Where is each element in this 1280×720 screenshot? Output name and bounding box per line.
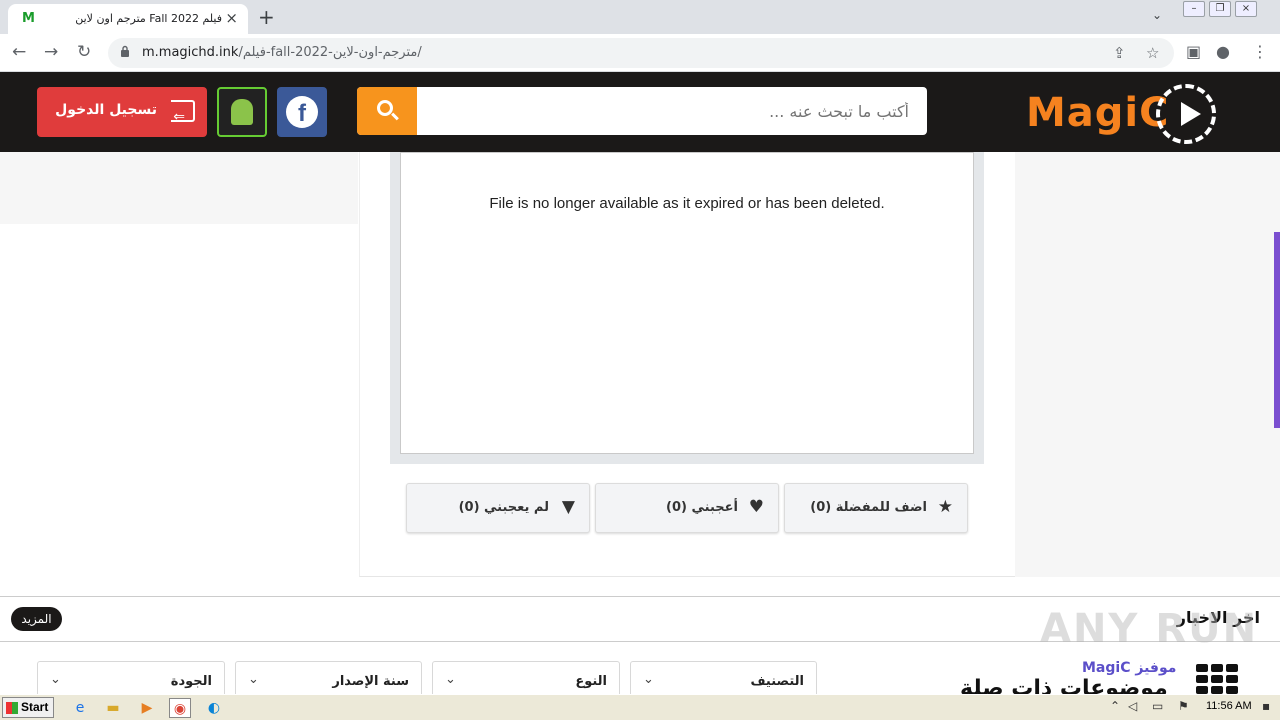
window-close-icon[interactable]: × — [1235, 1, 1257, 17]
browser-toolbar: ← → ↻ m.magichd.ink/فيلم-fall-2022-مترجم… — [0, 34, 1280, 72]
back-icon[interactable]: ← — [12, 42, 26, 62]
profile-icon[interactable]: ● — [1216, 42, 1230, 61]
windows-logo-icon — [6, 702, 18, 714]
share-icon[interactable]: ⇪ — [1113, 44, 1126, 62]
menu-kebab-icon[interactable]: ⋮ — [1252, 42, 1268, 61]
site-logo[interactable]: MagiC — [1026, 84, 1221, 144]
chrome-icon[interactable]: ◉ — [169, 698, 191, 718]
tab-strip: M فيلم Fall 2022 مترجم اون لاين × + ⌄ – … — [0, 0, 1280, 34]
media-player-icon[interactable]: ▶ — [136, 698, 158, 718]
show-desktop-icon[interactable]: ▪ — [1262, 699, 1270, 713]
filter-label: النوع — [575, 674, 607, 689]
thumbs-down-icon: ▼ — [561, 497, 575, 517]
left-sidebar — [0, 152, 358, 224]
filter-label: التصنيف — [750, 674, 804, 689]
restore-icon[interactable]: ❐ — [1209, 1, 1231, 17]
site-favicon-icon: M — [22, 11, 35, 26]
add-favorite-button[interactable]: ★ اضف للمفضلة (0) — [784, 483, 968, 533]
search-button[interactable] — [357, 87, 417, 135]
tab-close-icon[interactable]: × — [225, 10, 238, 26]
clock: 11:56 AM — [1206, 700, 1252, 712]
volume-icon[interactable]: ◁ — [1128, 699, 1137, 713]
reload-icon[interactable]: ↻ — [77, 42, 91, 62]
tab-title: فيلم Fall 2022 مترجم اون لاين — [75, 12, 222, 25]
facebook-icon: f — [286, 96, 318, 128]
tray-expand-icon[interactable]: ⌃ — [1110, 699, 1120, 713]
url-host: m.magichd.ink — [142, 45, 239, 60]
filter-label: الجودة — [170, 674, 212, 689]
related-brand: موفيز MagiC — [1082, 660, 1177, 676]
favorite-label: اضف للمفضلة (0) — [810, 500, 927, 515]
more-button[interactable]: المزيد — [11, 607, 62, 631]
edge-icon[interactable]: ◐ — [203, 698, 225, 718]
chevron-down-icon: ⌄ — [445, 672, 456, 687]
tab-search-chevron-icon[interactable]: ⌄ — [1152, 8, 1162, 22]
login-label: تسجيل الدخول — [55, 102, 157, 118]
windows-taskbar: Start e ▬ ▶ ◉ ◐ ⌃ ◁ ▭ ⚑ 11:56 AM ▪ — [0, 694, 1280, 720]
search-box — [357, 87, 927, 135]
filter-label: سنة الإصدار — [332, 674, 409, 689]
start-label: Start — [21, 700, 49, 714]
android-icon — [231, 99, 253, 125]
browser-tab[interactable]: M فيلم Fall 2022 مترجم اون لاين × — [8, 4, 248, 34]
start-button[interactable]: Start — [2, 697, 54, 718]
bookmark-star-icon[interactable]: ☆ — [1146, 44, 1159, 62]
dislike-label: لم يعجبني (0) — [458, 500, 549, 515]
login-button[interactable]: تسجيل الدخول ⇐ — [37, 87, 207, 137]
chevron-down-icon: ⌄ — [50, 672, 61, 687]
forward-icon[interactable]: → — [44, 42, 58, 62]
url-path: /فيلم-fall-2022-مترجم-اون-لاين/ — [238, 45, 422, 60]
search-input[interactable] — [417, 87, 917, 135]
lock-icon — [121, 45, 129, 57]
logo-text: MagiC — [1026, 90, 1170, 136]
anyrun-watermark: ANY RUN — [1040, 606, 1259, 652]
facebook-button[interactable]: f — [277, 87, 327, 137]
url-text: m.magichd.ink/فيلم-fall-2022-مترجم-اون-ل… — [142, 45, 422, 60]
explorer-folder-icon[interactable]: ▬ — [102, 698, 124, 718]
grid-icon — [1196, 664, 1238, 694]
video-player-container: File is no longer available as it expire… — [390, 152, 984, 464]
address-bar[interactable]: m.magichd.ink/فيلم-fall-2022-مترجم-اون-ل… — [108, 38, 1174, 68]
minimize-icon[interactable]: – — [1183, 1, 1205, 17]
site-header: MagiC f تسجيل الدخول ⇐ — [0, 72, 1280, 152]
ie-icon[interactable]: e — [69, 698, 91, 718]
dislike-button[interactable]: ▼ لم يعجبني (0) — [406, 483, 590, 533]
flag-icon[interactable]: ⚑ — [1178, 699, 1189, 713]
chevron-down-icon: ⌄ — [643, 672, 654, 687]
star-icon: ★ — [937, 497, 953, 517]
new-tab-icon[interactable]: + — [258, 5, 275, 29]
android-app-button[interactable] — [217, 87, 267, 137]
player-error-message: File is no longer available as it expire… — [489, 195, 885, 212]
right-sidebar — [1015, 152, 1280, 577]
side-panel-icon[interactable]: ▣ — [1186, 42, 1201, 61]
chevron-down-icon: ⌄ — [248, 672, 259, 687]
heart-icon: ♥ — [748, 497, 764, 517]
network-icon[interactable]: ▭ — [1152, 699, 1163, 713]
like-button[interactable]: ♥ أعجبني (0) — [595, 483, 779, 533]
play-logo-icon — [1156, 84, 1216, 144]
like-label: أعجبني (0) — [666, 500, 738, 515]
video-player[interactable]: File is no longer available as it expire… — [400, 152, 974, 454]
scroll-indicator[interactable] — [1274, 232, 1280, 428]
